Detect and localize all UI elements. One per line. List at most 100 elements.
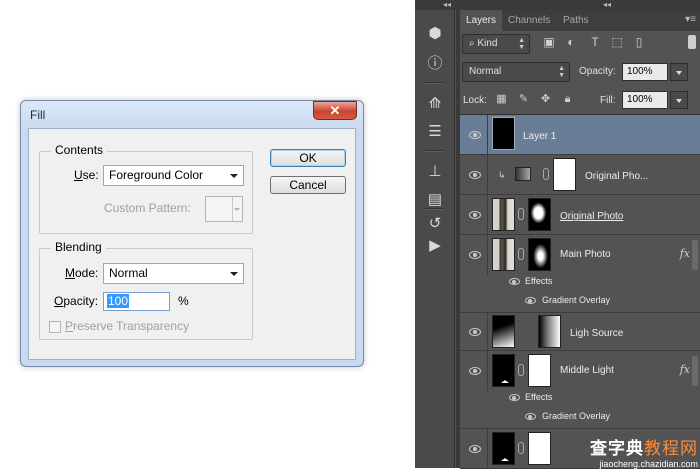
contents-label: Contents	[51, 143, 108, 157]
cancel-button[interactable]: Cancel	[270, 176, 346, 194]
brush-presets-icon[interactable]: ⟰	[424, 94, 446, 114]
link-chain-icon	[518, 208, 524, 220]
fx-icon[interactable]: fx	[680, 363, 690, 376]
fill-label: Fill:	[600, 95, 616, 106]
layers-list: Layer 1 ↳ Original Pho... Original Photo	[460, 114, 700, 469]
visibility-eye-icon[interactable]	[468, 130, 482, 140]
filter-kind-select[interactable]: ⌕ Kind ▲ ▼	[462, 34, 530, 54]
use-value: Foreground Color	[109, 168, 204, 182]
ok-button[interactable]: OK	[270, 149, 346, 167]
layer-row[interactable]: Middle Light fx Effects Gradient Overlay	[460, 351, 700, 429]
visibility-eye-icon[interactable]	[468, 444, 482, 454]
opacity-value: 100	[107, 294, 130, 308]
opacity-input[interactable]: 100	[103, 292, 170, 311]
tab-layers[interactable]: Layers	[460, 10, 503, 31]
effect-row[interactable]: Gradient Overlay	[460, 408, 700, 427]
visibility-eye-icon[interactable]	[524, 412, 538, 422]
visibility-eye-icon[interactable]	[468, 327, 482, 337]
clone-source-icon[interactable]: ⊥	[424, 162, 446, 182]
pixel-filter-icon[interactable]: ▣	[542, 35, 556, 49]
mask-thumbnail	[528, 432, 551, 465]
info-icon[interactable]: ⓘ	[424, 54, 446, 74]
lock-position-icon[interactable]: ✥	[539, 93, 552, 106]
photoshop-panels: ◂◂ ◂◂ ⬢ ⓘ ⟰ ☰ ⊥ ▤ ↺ ▶ Layers Channels Pa…	[415, 0, 700, 469]
lock-image-pixels-icon[interactable]: ✎	[517, 93, 530, 106]
mask-thumbnail	[528, 198, 551, 231]
visibility-eye-icon[interactable]	[524, 296, 538, 306]
effect-label: Gradient Overlay	[542, 295, 611, 305]
tab-channels[interactable]: Channels	[502, 10, 556, 31]
visibility-eye-icon[interactable]	[468, 250, 482, 260]
tab-paths[interactable]: Paths	[557, 10, 595, 31]
adjustments-icon[interactable]: ☰	[424, 122, 446, 142]
effects-label: Effects	[525, 276, 553, 286]
layer-row[interactable]: Main Photo fx Effects Gradient Overlay	[460, 235, 700, 313]
close-button[interactable]: ✕	[313, 101, 357, 120]
dialog-body: Contents Use: Foreground Color Custom Pa…	[28, 128, 356, 360]
layer-row[interactable]: Ligh Source	[460, 313, 700, 351]
layer-thumbnail	[492, 238, 515, 271]
effects-toggle[interactable]	[692, 240, 698, 270]
link-chain-icon	[518, 364, 524, 376]
filter-toggle[interactable]	[688, 35, 696, 49]
collapse-toolbar-icon[interactable]: ◂◂	[443, 0, 451, 9]
panel-menu-icon[interactable]: ▾≡	[685, 14, 696, 25]
opacity-unit: %	[178, 294, 189, 308]
effects-row[interactable]: Effects	[460, 389, 700, 408]
layer-thumbnail	[538, 315, 561, 348]
layer-row[interactable]: ↳ Original Pho...	[460, 155, 700, 195]
layer-name: Middle Light	[560, 365, 614, 376]
layer-name: Layer 1	[523, 131, 557, 142]
mode-label: Mode:	[65, 266, 99, 280]
shape-filter-icon[interactable]: ⬚	[610, 35, 624, 49]
watermark-text-b: 教程网	[644, 439, 698, 458]
type-filter-icon[interactable]: T	[588, 35, 602, 49]
visibility-eye-icon[interactable]	[468, 210, 482, 220]
layers-panel: Layers Channels Paths ▾≡ ⌕ Kind ▲ ▼ ▣ ◐ T…	[460, 10, 700, 469]
preserve-transparency-checkbox[interactable]	[49, 321, 61, 333]
layer-row[interactable]: Layer 1	[460, 115, 700, 155]
visibility-eye-icon[interactable]	[508, 277, 522, 287]
visibility-eye-icon[interactable]	[468, 366, 482, 376]
history-icon[interactable]: ↺	[424, 214, 446, 234]
link-chain-icon	[518, 248, 524, 260]
layer-row[interactable]: Original Photo	[460, 195, 700, 235]
character-icon[interactable]: ▤	[424, 190, 446, 210]
updown-icon: ▲ ▼	[558, 65, 565, 79]
filter-kind-value: Kind	[477, 38, 498, 49]
fill-dropdown[interactable]	[670, 91, 688, 109]
mode-select[interactable]: Normal	[103, 263, 244, 284]
layer-thumbnail	[492, 117, 515, 150]
chevron-down-icon	[234, 208, 240, 211]
effect-row[interactable]: Gradient Overlay	[460, 292, 700, 311]
visibility-eye-icon[interactable]	[508, 393, 522, 403]
contents-group: Contents Use: Foreground Color Custom Pa…	[39, 143, 253, 234]
visibility-eye-icon[interactable]	[468, 170, 482, 180]
adjustment-filter-icon[interactable]: ◐	[564, 35, 578, 49]
watermark-text-a: 查字典	[590, 439, 644, 458]
fill-dialog: Fill ✕ Contents Use: Foreground Color Cu…	[20, 100, 364, 367]
collapse-panels-icon[interactable]: ◂◂	[603, 0, 611, 9]
use-select[interactable]: Foreground Color	[103, 165, 244, 186]
effect-label: Gradient Overlay	[542, 411, 611, 421]
clipping-arrow-icon: ↳	[498, 170, 506, 180]
chevron-down-icon	[230, 272, 238, 276]
chevron-down-icon	[230, 174, 238, 178]
mask-thumbnail	[528, 354, 551, 387]
effects-row[interactable]: Effects	[460, 273, 700, 292]
actions-play-icon[interactable]: ▶	[424, 236, 446, 256]
lock-transparent-pixels-icon[interactable]: ▦	[495, 93, 508, 106]
blend-mode-select[interactable]: Normal ▲ ▼	[462, 62, 570, 82]
lock-all-icon[interactable]: 🔒︎	[561, 93, 574, 106]
watermark: 查字典教程网 jiaocheng.chazidian.com	[568, 434, 698, 469]
3d-cube-icon[interactable]: ⬢	[424, 24, 446, 44]
opacity-field[interactable]: 100%	[622, 63, 668, 81]
custom-pattern-label: Custom Pattern:	[104, 201, 191, 215]
effects-toggle[interactable]	[692, 356, 698, 386]
blending-group: Blending Mode: Normal Opacity: 100 % Pre…	[39, 240, 253, 340]
smart-object-filter-icon[interactable]: ▯	[632, 35, 646, 49]
fx-icon[interactable]: fx	[680, 247, 690, 260]
opacity-dropdown[interactable]	[670, 63, 688, 81]
preserve-transparency-label: Preserve Transparency	[65, 319, 190, 333]
fill-field[interactable]: 100%	[622, 91, 668, 109]
